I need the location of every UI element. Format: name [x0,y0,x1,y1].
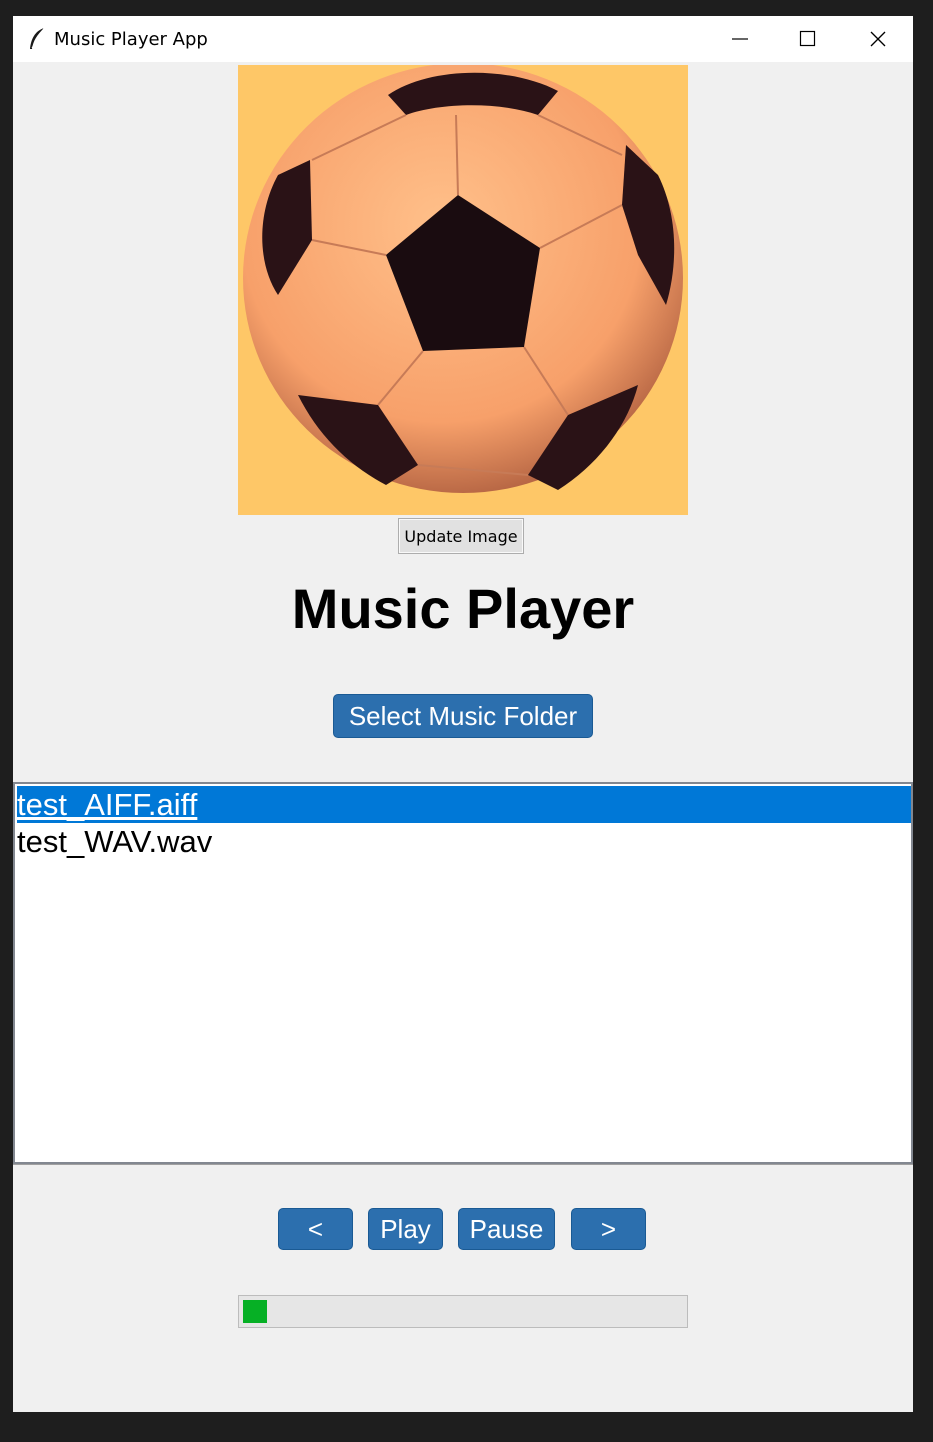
list-item[interactable]: test_WAV.wav [17,823,911,860]
next-track-button[interactable]: > [571,1208,646,1250]
background-editor-left [0,20,14,1400]
divider [13,1164,913,1165]
feather-icon [27,27,47,51]
maximize-button[interactable] [784,16,830,62]
pause-button[interactable]: Pause [458,1208,555,1250]
select-music-folder-button[interactable]: Select Music Folder [333,694,593,738]
background-editor-right [913,500,933,1300]
progress-fill [243,1300,267,1323]
maximize-icon [799,30,816,47]
playlist-listbox[interactable]: test_AIFF.aiff test_WAV.wav [13,782,913,1164]
playback-progress-bar [238,1295,688,1328]
window-title: Music Player App [54,29,208,50]
update-image-button[interactable]: Update Image [398,518,524,554]
app-window: Music Player App Update Image Music Play… [13,16,913,1412]
minimize-button[interactable] [716,16,762,62]
play-button[interactable]: Play [368,1208,443,1250]
minimize-icon [732,38,748,40]
list-item[interactable]: test_AIFF.aiff [17,786,911,823]
soccer-ball-image [243,63,683,493]
title-bar[interactable]: Music Player App [13,16,913,62]
previous-track-button[interactable]: < [278,1208,353,1250]
album-art-image [238,63,688,515]
page-title: Music Player [291,577,635,640]
close-button[interactable] [854,16,900,62]
close-icon [870,31,886,47]
